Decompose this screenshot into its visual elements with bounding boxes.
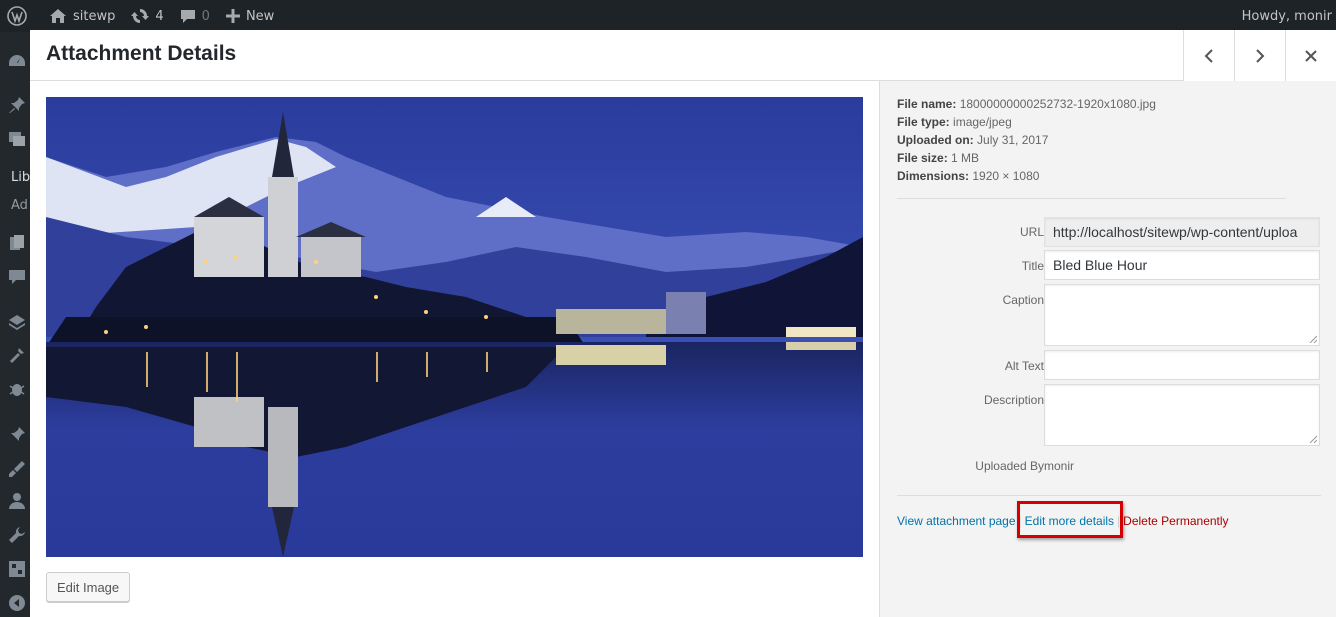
chevron-right-icon <box>1256 48 1265 63</box>
uploaded-on-label: Uploaded on: <box>897 133 974 147</box>
new-label: New <box>245 8 275 24</box>
file-size: 1 MB <box>951 151 980 165</box>
file-type-label: File type: <box>897 115 950 129</box>
title-label: Title <box>1021 259 1044 273</box>
description-field[interactable] <box>1044 384 1320 446</box>
close-icon <box>1305 49 1317 62</box>
close-button[interactable] <box>1285 30 1336 81</box>
url-label: URL <box>1019 225 1044 239</box>
description-label: Description <box>983 393 1044 407</box>
resize-handle-icon[interactable] <box>1309 335 1317 343</box>
new-content-link[interactable]: New <box>218 0 282 32</box>
url-field[interactable]: http://localhost/sitewp/wp-content/uploa <box>1044 217 1320 247</box>
attachment-info-panel: File name: 18000000000252732-1920x1080.j… <box>879 81 1336 617</box>
plus-icon <box>225 9 240 23</box>
howdy-user-link[interactable]: Howdy, monir <box>1242 0 1336 32</box>
tools-icon[interactable] <box>8 346 26 364</box>
view-attachment-page-link[interactable]: View attachment page <box>897 514 1016 528</box>
admin-bar: sitewp 4 0 New Howdy, monir <box>0 0 1336 32</box>
file-name: 18000000000252732-1920x1080.jpg <box>959 97 1156 111</box>
uploaded-by-value: monir <box>1044 459 1075 473</box>
uploaded-on: July 31, 2017 <box>977 133 1049 147</box>
comments-link[interactable]: 0 <box>172 0 218 32</box>
file-size-label: File size: <box>897 151 948 165</box>
add-new-label[interactable]: Ad <box>11 198 28 213</box>
uploaded-by-label: Uploaded By <box>975 459 1044 473</box>
modal-title: Attachment Details <box>46 42 237 65</box>
library-label[interactable]: Lib <box>11 170 30 185</box>
updates-icon <box>131 9 150 23</box>
pin-icon[interactable] <box>8 96 26 114</box>
wordpress-logo-button[interactable] <box>0 0 41 32</box>
comment-icon <box>180 10 195 23</box>
home-icon <box>50 9 66 23</box>
next-button[interactable] <box>1234 30 1285 81</box>
divider <box>897 198 1286 199</box>
site-name: sitewp <box>73 8 116 24</box>
admin-side-menu: Lib Ad <box>0 32 30 617</box>
dashboard-icon[interactable] <box>8 52 26 70</box>
pages-icon[interactable] <box>8 234 26 252</box>
dimensions: 1920 × 1080 <box>972 169 1040 183</box>
wordpress-logo-icon <box>7 6 27 26</box>
collapse-menu-icon[interactable] <box>8 594 26 612</box>
delete-permanently-link[interactable]: Delete Permanently <box>1123 514 1228 528</box>
users-icon[interactable] <box>8 492 26 510</box>
divider <box>897 495 1321 496</box>
chevron-left-icon <box>1204 48 1213 63</box>
settings-icon[interactable] <box>8 560 26 578</box>
attachment-details-modal: Attachment Details Edit Image File name:… <box>30 30 1336 617</box>
previous-button[interactable] <box>1183 30 1234 81</box>
caption-label: Caption <box>1002 293 1044 307</box>
file-meta: File name: 18000000000252732-1920x1080.j… <box>897 95 1156 185</box>
title-field[interactable]: Bled Blue Hour <box>1044 250 1320 280</box>
file-type: image/jpeg <box>953 115 1012 129</box>
caption-field[interactable] <box>1044 284 1320 346</box>
wrench-icon[interactable] <box>8 526 26 544</box>
edit-image-button[interactable]: Edit Image <box>46 572 131 602</box>
attachment-image <box>46 97 863 557</box>
comments-count: 0 <box>201 8 210 24</box>
modal-header: Attachment Details <box>30 30 1336 81</box>
media-preview-area: Edit Image <box>30 81 879 617</box>
bug-icon[interactable] <box>8 380 26 398</box>
site-name-link[interactable]: sitewp <box>41 0 123 32</box>
updates-link[interactable]: 4 <box>123 0 171 32</box>
plugins-icon[interactable] <box>8 426 26 444</box>
file-name-label: File name: <box>897 97 957 111</box>
howdy-text: Howdy, monir <box>1241 8 1332 24</box>
alt-text-field[interactable] <box>1044 350 1320 380</box>
brush-icon[interactable] <box>8 460 26 478</box>
resize-handle-icon[interactable] <box>1309 435 1317 443</box>
comments-menu-icon[interactable] <box>8 268 26 286</box>
highlight-box <box>1017 501 1123 538</box>
appearance-icon[interactable] <box>8 314 26 332</box>
updates-count: 4 <box>155 8 164 24</box>
alt-text-label: Alt Text <box>1004 359 1044 373</box>
media-icon[interactable] <box>8 130 26 148</box>
dimensions-label: Dimensions: <box>897 169 970 183</box>
